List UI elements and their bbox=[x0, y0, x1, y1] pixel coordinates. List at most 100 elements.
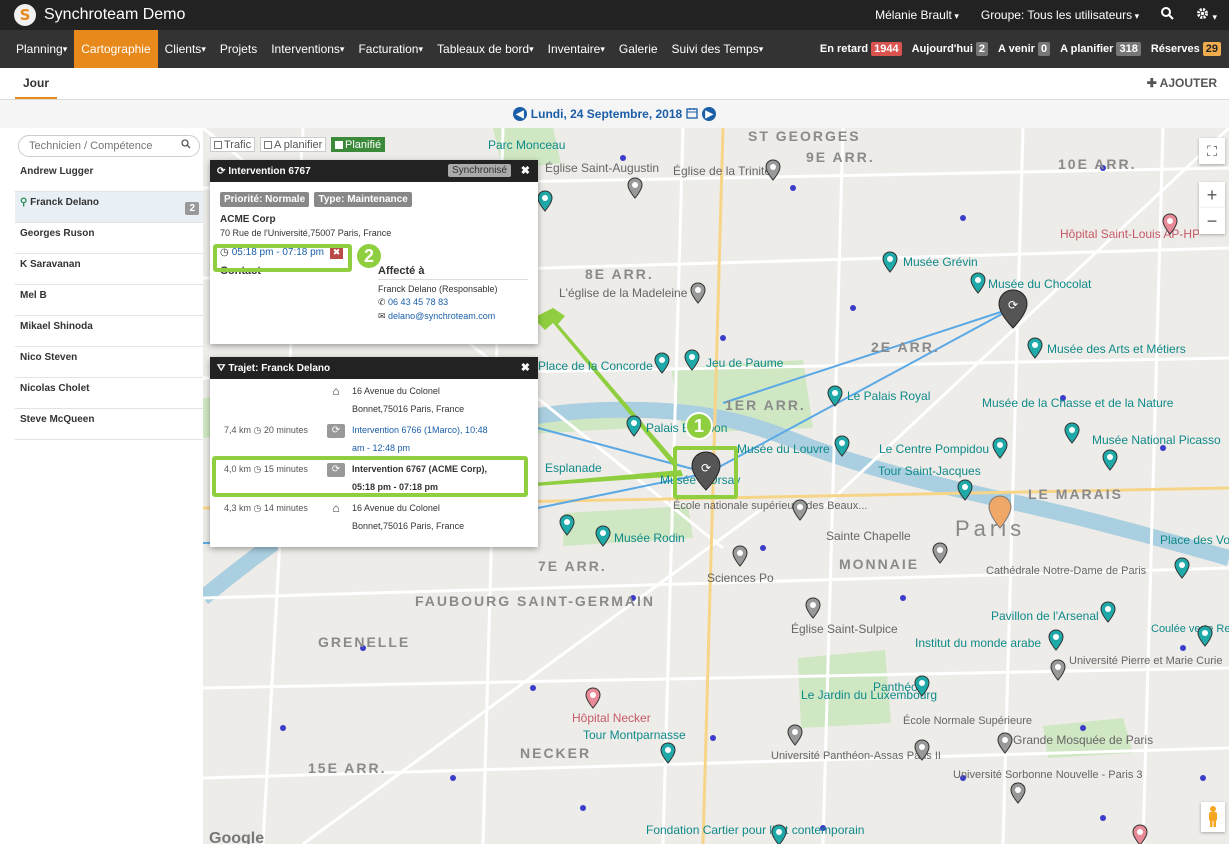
stat-count-badge: 0 bbox=[1037, 42, 1051, 56]
tab-jour[interactable]: Jour bbox=[15, 68, 58, 99]
gear-icon[interactable] bbox=[1196, 7, 1217, 23]
trip-duration: 20 minutes bbox=[263, 425, 308, 435]
assigned-label: Affecté à bbox=[378, 265, 528, 280]
trip-intervention-link[interactable]: Intervention 6766 (1Marco), 10:48 bbox=[352, 421, 538, 439]
stat-count-badge: 1944 bbox=[871, 42, 902, 56]
checkbox-icon bbox=[264, 140, 272, 149]
marker-highlight bbox=[673, 446, 738, 499]
close-icon[interactable]: ✖ bbox=[521, 361, 530, 374]
stat-label: En retard bbox=[819, 43, 869, 55]
filter-trafic[interactable]: Trafic bbox=[210, 137, 256, 152]
trip-distance-duration: 4,3 km ◷ 14 minutes bbox=[210, 499, 320, 538]
technician-item[interactable]: Andrew Lugger bbox=[15, 161, 203, 192]
calendar-icon[interactable] bbox=[686, 107, 698, 122]
app-logo[interactable]: S bbox=[14, 4, 36, 26]
nav-stats: En retard 1944 Aujourd'hui 2 A venir 0 A plani… bbox=[814, 30, 1221, 68]
stat-count-badge: 29 bbox=[1202, 42, 1221, 56]
user-menu[interactable]: Mélanie Brault bbox=[875, 8, 959, 22]
trip-row: 7,4 km ◷ 20 minutes ⟳ Intervention 6766 (1… bbox=[210, 421, 538, 460]
phone-icon: ✆ bbox=[378, 297, 389, 307]
technician-name: Georges Ruson bbox=[20, 228, 95, 239]
nav-item-cartographie[interactable]: Cartographie bbox=[74, 30, 158, 68]
add-button[interactable]: ✚ AJOUTER bbox=[1147, 68, 1217, 99]
zoom-in-button[interactable]: + bbox=[1199, 182, 1225, 208]
stat-label: A planifier bbox=[1060, 43, 1114, 55]
technician-item[interactable]: Steve McQueen bbox=[15, 409, 203, 440]
nav-item-facturation[interactable]: Facturation bbox=[351, 30, 430, 68]
priority-badge: Priorité: Normale bbox=[220, 192, 310, 207]
technician-item[interactable]: Mel B bbox=[15, 285, 203, 316]
stat-a-venir[interactable]: A venir 0 bbox=[998, 42, 1051, 56]
time-highlight bbox=[213, 244, 352, 272]
street-view-icon[interactable] bbox=[1201, 802, 1225, 832]
trip-stop-text: 16 Avenue du Colonel bbox=[352, 386, 440, 396]
filter-a-planifier[interactable]: A planifier bbox=[260, 137, 327, 152]
road-icon: ⛛ bbox=[217, 362, 226, 374]
nav-item-clients[interactable]: Clients bbox=[158, 30, 213, 68]
refresh-icon: ⟳ bbox=[217, 165, 226, 177]
top-right-menu: Mélanie Brault Groupe: Tous les utilisat… bbox=[875, 0, 1217, 30]
client-address: 70 Rue de l'Université,75007 Paris, Fran… bbox=[220, 228, 392, 238]
trip-stop-text: 16 Avenue du Colonel bbox=[352, 503, 440, 513]
technician-name: Nico Steven bbox=[20, 352, 78, 363]
refresh-icon: ⟳ bbox=[327, 424, 345, 438]
nav-item-galerie[interactable]: Galerie bbox=[612, 30, 665, 68]
stat-label: Aujourd'hui bbox=[911, 43, 973, 55]
stat-en-retard[interactable]: En retard 1944 bbox=[820, 42, 902, 56]
nav-item-tableaux-de-bord[interactable]: Tableaux de bord bbox=[430, 30, 541, 68]
technician-item[interactable]: Georges Ruson bbox=[15, 223, 203, 254]
trip-stop-text: Bonnet,75016 Paris, France bbox=[352, 521, 465, 531]
fullscreen-icon[interactable]: ⛶ bbox=[1199, 138, 1225, 164]
technician-name: Mel B bbox=[20, 290, 47, 301]
intervention-count-badge: 2 bbox=[185, 202, 199, 215]
nav-item-suivi-des-temps[interactable]: Suivi des Temps bbox=[665, 30, 771, 68]
zoom-out-button[interactable]: − bbox=[1199, 208, 1225, 234]
home-icon: ⌂ bbox=[332, 384, 340, 398]
technician-item[interactable]: Nico Steven bbox=[15, 347, 203, 378]
trip-stop-text: Bonnet,75016 Paris, France bbox=[352, 404, 465, 414]
nav-item-interventions[interactable]: Interventions bbox=[264, 30, 351, 68]
trip-distance: 4,3 km bbox=[224, 503, 252, 513]
trip-intervention-link[interactable]: am - 12:48 pm bbox=[352, 439, 538, 457]
map-view[interactable]: ST GEORGES 9E ARR. 10E ARR. 8E ARR. 2E A… bbox=[203, 128, 1229, 844]
trip-popup: ⛛ Trajet: Franck Delano ✖ ⌂ 16 Avenue du … bbox=[210, 357, 538, 547]
date-navigator: ◀ Lundi, 24 Septembre, 2018 ▶ bbox=[0, 100, 1229, 128]
stat-count-badge: 2 bbox=[975, 42, 989, 56]
plus-icon: ✚ bbox=[1146, 76, 1160, 90]
type-badge: Type: Maintenance bbox=[314, 192, 412, 207]
technician-name: K Saravanan bbox=[20, 259, 81, 270]
home-icon: ⌂ bbox=[332, 501, 340, 515]
assignee-name: Franck Delano (Responsable) bbox=[378, 284, 498, 294]
technician-name: Mikael Shinoda bbox=[20, 321, 93, 332]
search-icon[interactable] bbox=[1161, 7, 1174, 23]
app-title[interactable]: Synchroteam Demo bbox=[44, 6, 185, 24]
date-label: Lundi, 24 Septembre, 2018 bbox=[530, 107, 683, 121]
view-tabs: Jour ✚ AJOUTER bbox=[0, 68, 1229, 100]
next-day-icon[interactable]: ▶ bbox=[702, 107, 717, 121]
previous-day-icon[interactable]: ◀ bbox=[512, 107, 527, 121]
technician-sidebar: Andrew Lugger ⚲ Franck Delano 2 Georges Rus… bbox=[15, 128, 203, 844]
assignee-email[interactable]: delano@synchroteam.com bbox=[388, 311, 495, 321]
stat-aujourd-hui[interactable]: Aujourd'hui 2 bbox=[911, 42, 989, 56]
nav-item-planning[interactable]: Planning bbox=[0, 30, 74, 68]
assignee-phone[interactable]: 06 43 45 78 83 bbox=[388, 297, 448, 307]
technician-item[interactable]: K Saravanan bbox=[15, 254, 203, 285]
technician-name: Nicolas Cholet bbox=[20, 383, 90, 394]
stat-r-serves[interactable]: Réserves 29 bbox=[1151, 42, 1221, 56]
clock-icon: ◷ bbox=[251, 425, 264, 435]
nav-item-inventaire[interactable]: Inventaire bbox=[541, 30, 612, 68]
technician-search-input[interactable] bbox=[19, 136, 199, 156]
stat-a-planifier[interactable]: A planifier 318 bbox=[1060, 42, 1141, 56]
sync-status-badge: Synchronisé bbox=[447, 164, 511, 177]
group-menu[interactable]: Groupe: Tous les utilisateurs bbox=[981, 8, 1139, 22]
technician-item[interactable]: ⚲ Franck Delano 2 bbox=[15, 192, 203, 223]
close-icon[interactable]: ✖ bbox=[521, 164, 530, 177]
clock-icon: ◷ bbox=[251, 503, 264, 513]
map-pin-icon: ⚲ bbox=[20, 197, 31, 208]
trip-distance-duration bbox=[210, 382, 320, 421]
filter-planifie[interactable]: Planifié bbox=[331, 137, 386, 152]
technician-item[interactable]: Nicolas Cholet bbox=[15, 378, 203, 409]
checkbox-checked-icon bbox=[335, 140, 343, 149]
nav-item-projets[interactable]: Projets bbox=[213, 30, 264, 68]
technician-item[interactable]: Mikael Shinoda bbox=[15, 316, 203, 347]
